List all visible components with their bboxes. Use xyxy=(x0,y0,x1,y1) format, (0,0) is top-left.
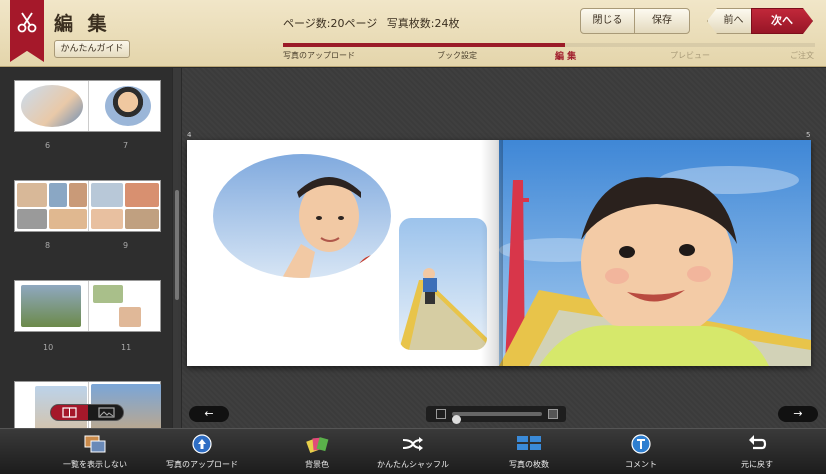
toolbar-label: 一覧を表示しない xyxy=(63,460,127,469)
undo-button[interactable]: 元に戻す xyxy=(712,429,802,474)
view-mode-toggle[interactable] xyxy=(50,404,124,421)
page-title: 編 集 xyxy=(54,13,111,35)
zoom-slider-handle[interactable] xyxy=(452,415,461,424)
right-page-number: 5 xyxy=(806,131,811,139)
page-number: 10 xyxy=(43,343,54,352)
thumbnail-page-8[interactable] xyxy=(15,181,88,231)
page-number: 11 xyxy=(121,343,132,352)
toolbar-label: 写真のアップロード xyxy=(166,460,238,469)
toolbar-label: コメント xyxy=(625,460,657,469)
comment-icon xyxy=(631,434,651,454)
left-page-number: 4 xyxy=(187,131,192,139)
thumbnail-spread-8-9[interactable] xyxy=(14,180,161,232)
book-counts: ページ数:20ページ 写真枚数:24枚 xyxy=(283,15,465,31)
thumbnail-page-7[interactable] xyxy=(88,81,161,131)
photo-count-icon xyxy=(517,436,541,450)
thumbnail-page-6[interactable] xyxy=(15,81,88,131)
step-edit: 編 集 xyxy=(555,52,577,62)
photo-count-button[interactable]: 写真の枚数 xyxy=(484,429,574,474)
toolbar-label: 背景色 xyxy=(305,460,329,469)
page-number: 7 xyxy=(123,141,129,150)
zoom-control xyxy=(426,406,566,424)
zoom-in-icon[interactable] xyxy=(548,409,558,419)
toolbar-label: 元に戻す xyxy=(741,460,773,469)
thumbnail-scrollbar[interactable] xyxy=(173,68,181,428)
easy-shuffle-button[interactable]: かんたんシャッフル xyxy=(368,429,458,474)
prev-button[interactable]: 前へ xyxy=(707,8,752,34)
next-button[interactable]: 次へ xyxy=(751,8,813,34)
photo-view-option[interactable] xyxy=(88,405,123,420)
thumbnail-page-11[interactable] xyxy=(88,281,161,331)
left-page[interactable] xyxy=(187,140,499,366)
thumbnail-page-10[interactable] xyxy=(15,281,88,331)
zoom-out-icon[interactable] xyxy=(436,409,446,419)
step-progress-fill xyxy=(283,43,565,47)
photo-count: 写真枚数:24枚 xyxy=(386,17,460,30)
edit-ribbon xyxy=(10,0,44,62)
image-icon xyxy=(98,407,115,418)
scissors-icon xyxy=(17,12,37,33)
save-button[interactable]: 保存 xyxy=(634,8,690,34)
right-page[interactable] xyxy=(499,140,811,366)
page-number: 9 xyxy=(123,241,129,250)
book-gutter xyxy=(481,140,503,366)
upload-icon xyxy=(192,434,212,454)
prev-spread-button[interactable]: ← xyxy=(189,406,229,422)
full-page-photo[interactable] xyxy=(499,140,811,366)
page-number: 6 xyxy=(45,141,51,150)
oval-photo-frame[interactable] xyxy=(211,152,393,280)
toolbar-label: かんたんシャッフル xyxy=(377,460,449,469)
thumbnail-spread-10-11[interactable] xyxy=(14,280,161,332)
upload-photos-button[interactable]: 写真のアップロード xyxy=(157,429,247,474)
step-upload: 写真のアップロード xyxy=(283,51,355,60)
next-spread-button[interactable]: → xyxy=(778,406,818,422)
page-count: ページ数:20ページ xyxy=(283,17,378,30)
toolbar-label: 写真の枚数 xyxy=(509,460,549,469)
background-color-icon xyxy=(306,437,329,454)
book-icon xyxy=(62,407,77,418)
step-order: ご注文 xyxy=(790,51,814,60)
scrollbar-thumb[interactable] xyxy=(175,190,179,300)
app-header: 編 集 かんたんガイド ページ数:20ページ 写真枚数:24枚 閉じる 保存 前… xyxy=(0,0,826,67)
thumbnail-page-9[interactable] xyxy=(88,181,161,231)
thumbnails-icon xyxy=(84,435,106,453)
spread-view-option[interactable] xyxy=(51,405,88,420)
background-color-button[interactable]: 背景色 xyxy=(272,429,362,474)
close-button[interactable]: 閉じる xyxy=(580,8,635,34)
easy-guide-button[interactable]: かんたんガイド xyxy=(54,40,130,58)
undo-icon xyxy=(749,435,767,450)
toggle-thumbnails-button[interactable]: 一覧を表示しない xyxy=(50,429,140,474)
book-spread xyxy=(187,140,811,366)
zoom-slider[interactable] xyxy=(452,412,542,424)
shuffle-icon xyxy=(402,437,423,451)
step-book-settings: ブック設定 xyxy=(437,51,477,60)
bottom-toolbar: 一覧を表示しない 写真のアップロード 背景色 かんたんシャッフル 写真の枚数 コ… xyxy=(0,428,826,474)
page-thumbnail-list[interactable]: 6 7 8 9 10 11 xyxy=(0,68,172,428)
step-preview: プレビュー xyxy=(670,51,710,60)
page-number: 8 xyxy=(45,241,51,250)
rounded-photo-frame[interactable] xyxy=(399,218,487,350)
thumbnail-spread-6-7[interactable] xyxy=(14,80,161,132)
step-progress-bar xyxy=(283,43,815,47)
comment-button[interactable]: コメント xyxy=(596,429,686,474)
